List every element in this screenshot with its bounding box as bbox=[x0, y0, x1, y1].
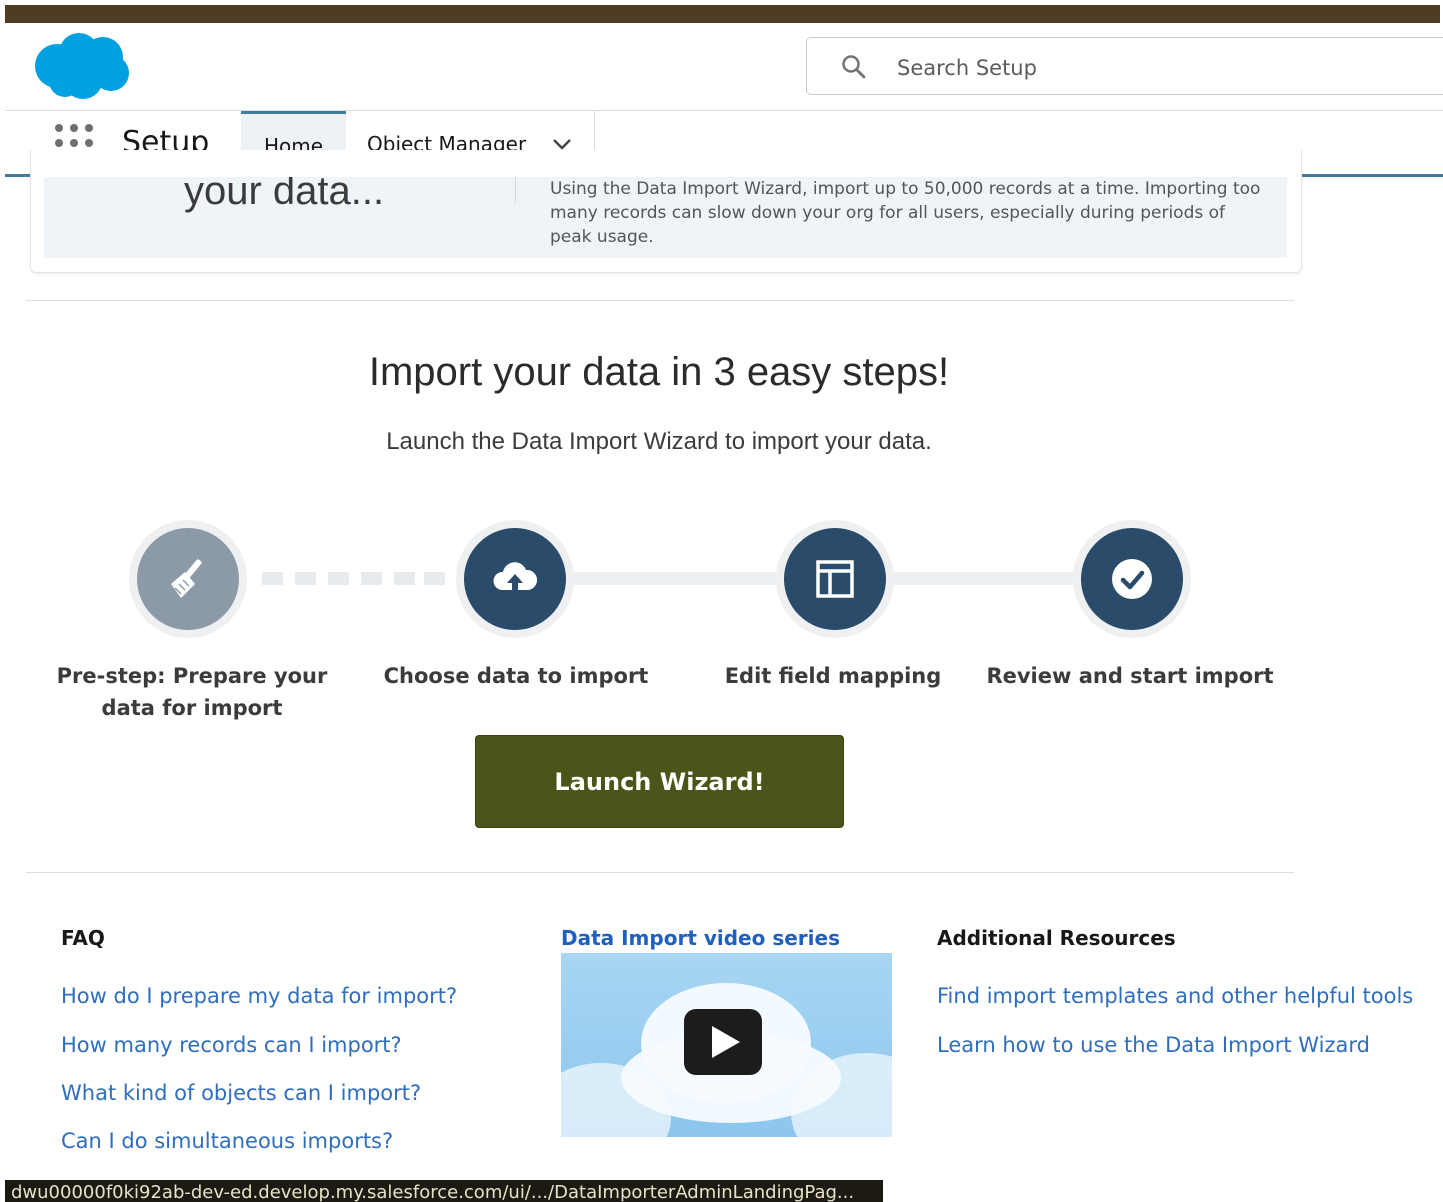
cloud-upload-icon bbox=[493, 562, 538, 590]
resources-title: Additional Resources bbox=[937, 926, 1176, 950]
faq-link[interactable]: What kind of objects can I import? bbox=[61, 1081, 421, 1105]
step-prepare-circle bbox=[129, 520, 247, 638]
faq-title: FAQ bbox=[61, 926, 105, 950]
resource-link[interactable]: Find import templates and other helpful … bbox=[937, 984, 1413, 1008]
step-mapping-label: Edit field mapping bbox=[724, 664, 942, 688]
search-placeholder: Search Setup bbox=[897, 56, 1037, 80]
step-prepare-line2: data for import bbox=[101, 696, 283, 720]
check-icon bbox=[1112, 559, 1152, 599]
step-connector-dash bbox=[424, 572, 445, 585]
faq-link[interactable]: How many records can I import? bbox=[61, 1033, 402, 1057]
step-review-circle bbox=[1073, 520, 1191, 638]
divider bbox=[26, 300, 1294, 301]
play-button[interactable] bbox=[684, 1009, 762, 1075]
faq-link[interactable]: How do I prepare my data for import? bbox=[61, 984, 457, 1008]
step-connector-dash bbox=[295, 572, 316, 585]
video-thumbnail[interactable] bbox=[561, 953, 892, 1137]
launch-wizard-button[interactable]: Launch Wizard! bbox=[475, 735, 844, 828]
banner-divider bbox=[515, 177, 516, 203]
video-series-link[interactable]: Data Import video series bbox=[561, 926, 840, 950]
main-heading: Import your data in 3 easy steps! bbox=[368, 350, 950, 394]
banner-title: your data... bbox=[184, 177, 385, 213]
step-prepare-line1: Pre-step: Prepare your bbox=[56, 664, 328, 688]
step-connector-dash bbox=[328, 572, 349, 585]
step-connector-line bbox=[888, 572, 1083, 585]
broom-icon bbox=[171, 559, 202, 598]
search-setup-input[interactable]: Search Setup bbox=[806, 37, 1443, 95]
play-icon bbox=[712, 1026, 740, 1058]
step-review-label: Review and start import bbox=[986, 664, 1274, 688]
resource-link[interactable]: Learn how to use the Data Import Wizard bbox=[937, 1033, 1370, 1057]
search-icon bbox=[842, 55, 866, 79]
sub-heading: Launch the Data Import Wizard to import … bbox=[386, 428, 932, 455]
intro-banner: your data... Using the Data Import Wizar… bbox=[44, 177, 1287, 258]
top-strip bbox=[5, 5, 1440, 23]
layout-icon bbox=[816, 560, 854, 598]
global-header: Search Setup bbox=[5, 23, 1443, 110]
banner-text: Using the Data Import Wizard, import up … bbox=[550, 179, 1261, 247]
faq-link[interactable]: Can I do simultaneous imports? bbox=[61, 1129, 393, 1153]
step-choose-circle bbox=[456, 520, 574, 638]
step-connector-dash bbox=[361, 572, 382, 585]
step-connector-line bbox=[570, 572, 785, 585]
status-bar-url: dwu00000f0ki92ab-dev-ed.develop.my.sales… bbox=[5, 1180, 883, 1202]
step-mapping-circle bbox=[776, 520, 894, 638]
step-connector-dash bbox=[262, 572, 283, 585]
divider bbox=[26, 872, 1294, 873]
step-choose-label: Choose data to import bbox=[383, 664, 649, 688]
step-prepare-label: Pre-step: Prepare your data for import bbox=[42, 660, 342, 724]
step-connector-dash bbox=[394, 572, 415, 585]
salesforce-logo-icon[interactable] bbox=[31, 31, 131, 101]
